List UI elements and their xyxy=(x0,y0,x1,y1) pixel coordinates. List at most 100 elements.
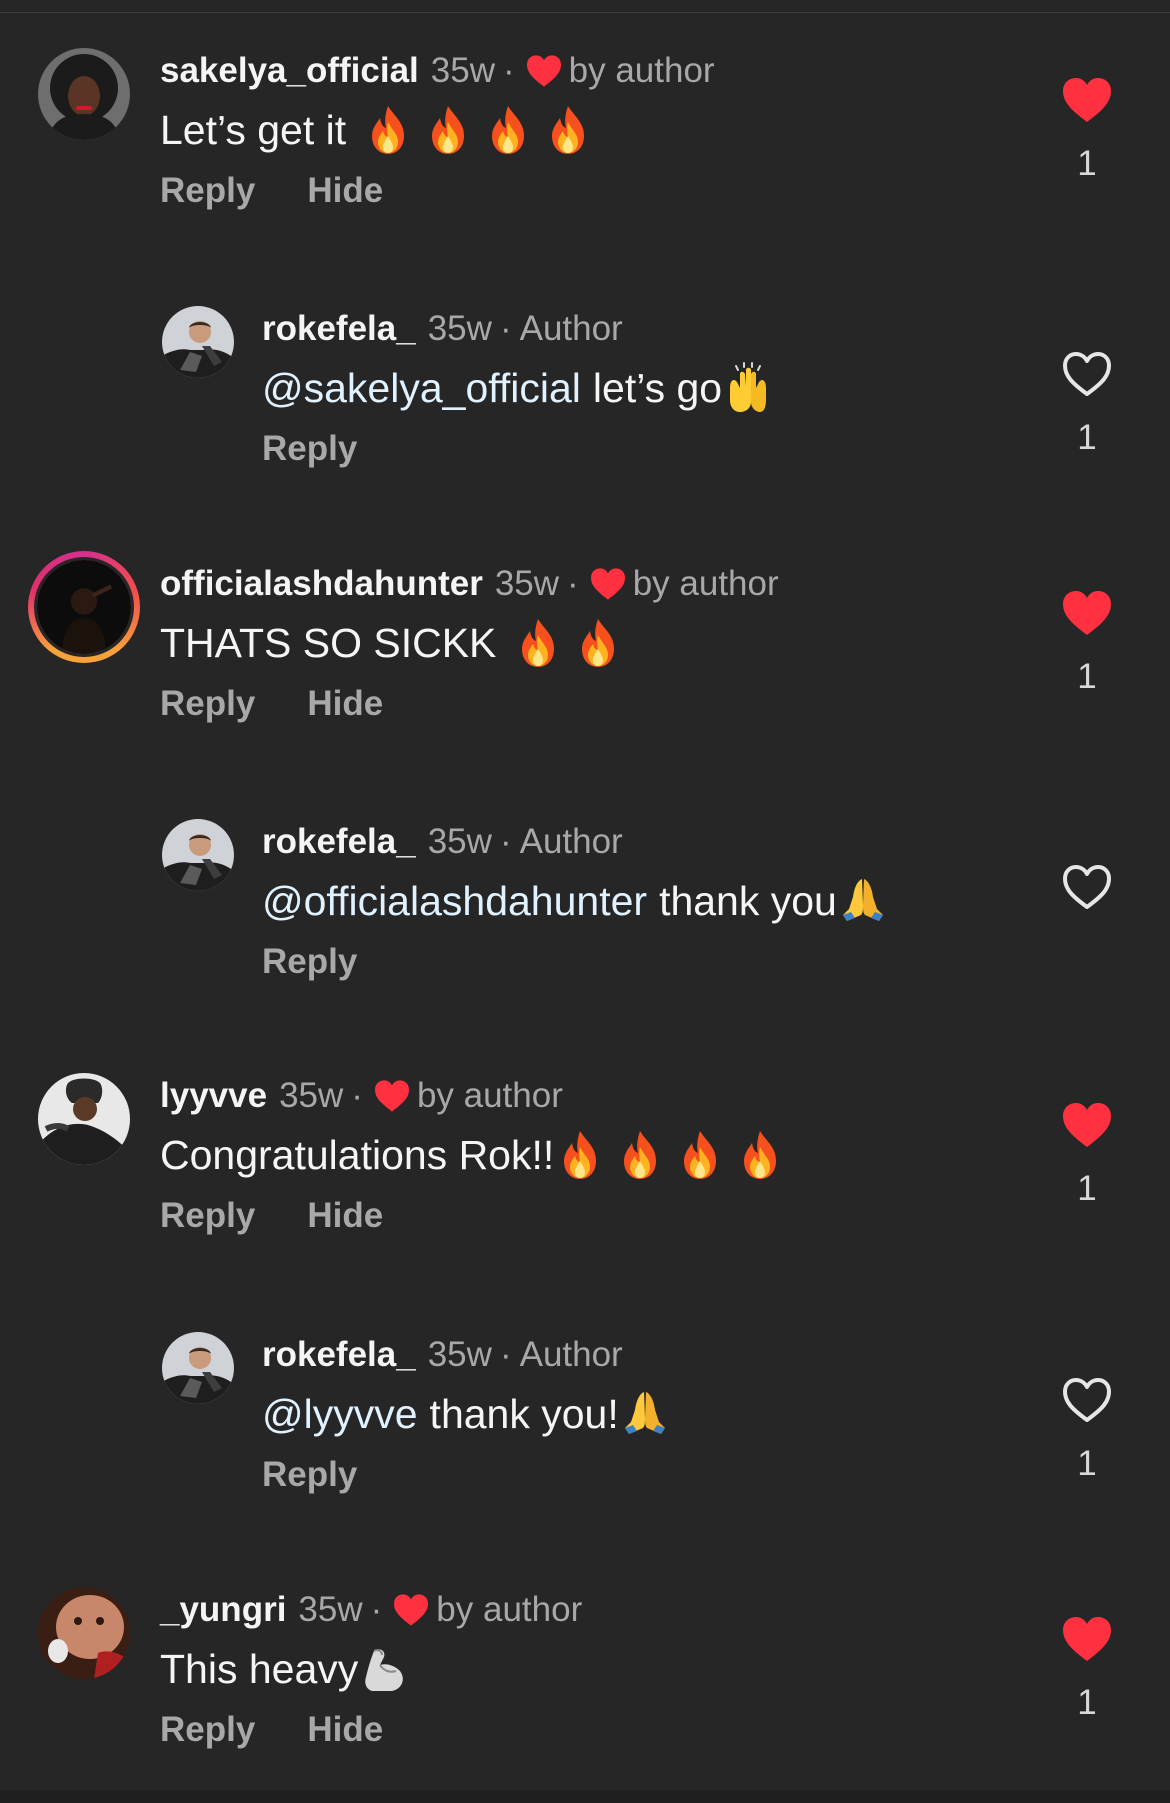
separator-dot: · xyxy=(503,51,515,90)
separator-dot: · xyxy=(567,564,579,603)
separator-dot: · xyxy=(499,822,512,861)
separator-dot: · xyxy=(370,1590,383,1629)
liked-by-author-badge: by author xyxy=(416,1076,563,1115)
reply-button[interactable]: Reply xyxy=(262,942,357,982)
heart-icon xyxy=(525,54,563,88)
mention-link[interactable]: @lyyvve xyxy=(262,1391,418,1438)
comment-text: @officialashdahunter thank you xyxy=(262,871,887,931)
fire-emoji xyxy=(676,1129,724,1181)
username[interactable]: lyyvve xyxy=(160,1076,267,1116)
comment-item: lyyvve 35w · by author Congratulations R… xyxy=(0,1073,1170,1273)
avatar[interactable] xyxy=(38,1587,130,1679)
comment-actions: Reply Hide xyxy=(160,166,383,216)
mention-link[interactable]: @sakelya_official xyxy=(262,365,581,412)
username[interactable]: officialashdahunter xyxy=(160,564,483,604)
reply-button[interactable]: Reply xyxy=(262,1455,357,1495)
comment-actions: Reply xyxy=(262,1450,357,1500)
heart-filled-icon[interactable] xyxy=(1061,589,1113,637)
fire-emoji xyxy=(736,1129,784,1181)
reply-button[interactable]: Reply xyxy=(262,429,357,469)
fire-emoji xyxy=(514,617,562,669)
reply-button[interactable]: Reply xyxy=(160,684,255,724)
fire-emoji xyxy=(556,1129,604,1181)
avatar-story-ring[interactable] xyxy=(28,551,140,663)
fire-emoji xyxy=(616,1129,664,1181)
heart-outline-icon[interactable] xyxy=(1061,350,1113,398)
comment-actions: Reply Hide xyxy=(160,1191,383,1241)
like-count: 1 xyxy=(1077,657,1097,696)
mention-link[interactable]: @officialashdahunter xyxy=(262,878,647,925)
comment-body: Let’s get it xyxy=(160,106,347,153)
comment-text: Let’s get it xyxy=(160,100,592,160)
comment-text: Congratulations Rok!! xyxy=(160,1125,784,1185)
comment-time: 35w xyxy=(427,822,492,861)
comment-body: Congratulations Rok!! xyxy=(160,1131,555,1178)
like-column: 1 xyxy=(1058,589,1116,697)
fire-emoji xyxy=(364,104,412,156)
like-column: 1 xyxy=(1058,1376,1116,1484)
like-column xyxy=(1058,863,1116,911)
fire-emoji xyxy=(484,104,532,156)
heart-icon xyxy=(589,567,627,601)
like-count: 1 xyxy=(1077,144,1097,183)
avatar-image xyxy=(162,819,234,891)
reply-button[interactable]: Reply xyxy=(160,171,255,211)
raising-hands-emoji xyxy=(724,362,772,414)
author-badge: Author xyxy=(519,309,623,348)
comment-time: 35w xyxy=(279,1076,344,1115)
liked-by-author-badge: by author xyxy=(436,1590,583,1629)
folded-hands-emoji xyxy=(621,1388,669,1440)
author-badge: Author xyxy=(519,1335,623,1374)
like-count: 1 xyxy=(1077,1683,1097,1722)
top-divider xyxy=(0,12,1170,13)
heart-outline-icon[interactable] xyxy=(1061,863,1113,911)
like-column: 1 xyxy=(1058,350,1116,458)
comment-text: This heavy xyxy=(160,1639,408,1699)
separator-dot: · xyxy=(499,309,512,348)
comment-header: lyyvve 35w · by author xyxy=(160,1073,563,1119)
heart-icon xyxy=(392,1593,430,1627)
fire-emoji xyxy=(544,104,592,156)
like-count: 1 xyxy=(1077,418,1097,457)
fire-emoji xyxy=(424,104,472,156)
comment-time: 35w xyxy=(427,309,492,348)
comment-actions: Reply Hide xyxy=(160,1705,383,1755)
username[interactable]: sakelya_official xyxy=(160,51,419,91)
like-column: 1 xyxy=(1058,1101,1116,1209)
avatar-image xyxy=(162,306,234,378)
avatar-image xyxy=(162,1332,234,1404)
hide-button[interactable]: Hide xyxy=(307,1196,383,1236)
comment-item: _yungri 35w · by author This heavy Reply… xyxy=(0,1587,1170,1787)
reply-button[interactable]: Reply xyxy=(160,1710,255,1750)
heart-filled-icon[interactable] xyxy=(1061,1615,1113,1663)
folded-hands-emoji xyxy=(839,875,887,927)
comment-header: rokefela_ 35w · Author xyxy=(262,306,623,352)
heart-filled-icon[interactable] xyxy=(1061,76,1113,124)
comment-actions: Reply xyxy=(262,937,357,987)
avatar[interactable] xyxy=(162,306,234,378)
avatar[interactable] xyxy=(162,1332,234,1404)
username[interactable]: rokefela_ xyxy=(262,1335,416,1375)
avatar[interactable] xyxy=(38,48,130,140)
avatar-image xyxy=(38,48,130,140)
comment-header: rokefela_ 35w · Author xyxy=(262,1332,623,1378)
like-column: 1 xyxy=(1058,1615,1116,1723)
hide-button[interactable]: Hide xyxy=(307,1710,383,1750)
like-count: 1 xyxy=(1077,1169,1097,1208)
reply-button[interactable]: Reply xyxy=(160,1196,255,1236)
reply-item: rokefela_ 35w · Author @sakelya_official… xyxy=(0,306,1170,506)
comment-time: 35w xyxy=(430,51,495,90)
heart-filled-icon[interactable] xyxy=(1061,1101,1113,1149)
avatar[interactable] xyxy=(162,819,234,891)
heart-outline-icon[interactable] xyxy=(1061,1376,1113,1424)
username[interactable]: rokefela_ xyxy=(262,822,416,862)
like-column: 1 xyxy=(1058,76,1116,184)
avatar[interactable] xyxy=(38,1073,130,1165)
username[interactable]: _yungri xyxy=(160,1590,286,1630)
fire-emoji xyxy=(574,617,622,669)
username[interactable]: rokefela_ xyxy=(262,309,416,349)
hide-button[interactable]: Hide xyxy=(307,171,383,211)
comment-body: let’s go xyxy=(592,364,723,411)
comment-item: sakelya_official 35w · by author Let’s g… xyxy=(0,48,1170,248)
hide-button[interactable]: Hide xyxy=(307,684,383,724)
